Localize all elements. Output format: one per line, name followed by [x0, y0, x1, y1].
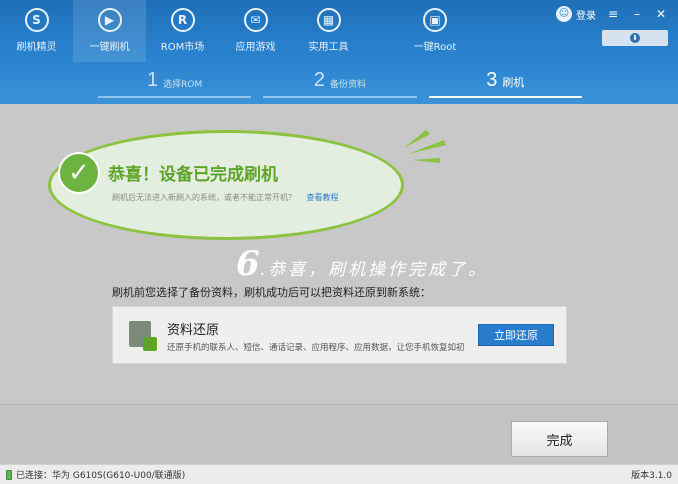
restore-title: 资料还原	[167, 323, 220, 338]
progress-steps: 1 选择ROM 2 备份资料 3 刷机	[98, 66, 582, 98]
nav-label: 实用工具	[308, 42, 349, 53]
app-header: S 刷机精灵 ▶ 一键刷机 R ROM市场 ✉ 应用游戏 ▦ 实用工具 ▣ 一键…	[0, 0, 678, 104]
close-icon[interactable]: ✕	[654, 7, 668, 21]
header-controls: ☺ 登录 ≡ – ✕	[556, 6, 668, 22]
nav-label: 一键Root	[413, 42, 457, 53]
nav-label: 应用游戏	[235, 42, 276, 53]
nav-item-tools[interactable]: ▦ 实用工具	[292, 0, 365, 62]
sparkle-rays-icon	[404, 130, 446, 163]
step-label: 选择ROM	[163, 80, 203, 90]
connection-status: 已连接：华为 G610S(G610-U00/联通版)	[6, 468, 185, 481]
restore-document-icon	[129, 321, 157, 351]
nav-item-rom-market[interactable]: R ROM市场	[146, 0, 219, 62]
connection-text: 已连接：华为 G610S(G610-U00/联通版)	[16, 471, 186, 481]
user-icon[interactable]: ☺	[556, 6, 572, 22]
nav-label: 刷机精灵	[16, 42, 57, 53]
cursor-icon: ▶	[97, 8, 122, 32]
step-label: 刷机	[502, 76, 525, 89]
download-button[interactable]: ⬇	[602, 30, 668, 46]
caption-text: .恭喜，刷机操作完成了。	[259, 260, 489, 280]
step-flash: 3 刷机	[428, 66, 582, 98]
restore-now-button[interactable]: 立即还原	[478, 324, 554, 346]
success-title: 恭喜！设备已完成刷机	[108, 165, 278, 185]
menu-icon[interactable]: ≡	[606, 7, 620, 21]
rom-icon: R	[170, 8, 195, 32]
root-box-icon: ▣	[423, 8, 447, 32]
grid-icon: ▦	[316, 8, 341, 32]
step-backup: 2 备份资料	[263, 66, 417, 98]
minimize-icon[interactable]: –	[630, 7, 644, 21]
version-text: 版本3.1.0	[631, 471, 672, 481]
step-number: 2	[313, 69, 326, 91]
tutorial-link[interactable]: 查看教程	[307, 193, 339, 202]
step-number: 3	[486, 69, 498, 91]
step-number: 1	[147, 69, 159, 91]
nav-item-one-click-root[interactable]: ▣ 一键Root	[389, 0, 481, 62]
restore-description: 还原手机的联系人、短信、通话记录、应用程序、应用数据，让您手机恢复如初	[167, 343, 465, 353]
nav-label: ROM市场	[160, 42, 205, 53]
instruction-caption: 6.恭喜，刷机操作完成了。	[236, 244, 488, 284]
main-nav: S 刷机精灵 ▶ 一键刷机 R ROM市场 ✉ 应用游戏 ▦ 实用工具 ▣ 一键…	[0, 0, 481, 62]
step-label: 备份资料	[330, 80, 367, 90]
mail-icon: ✉	[243, 8, 268, 32]
footer: 完成	[0, 404, 678, 464]
login-link[interactable]: 登录	[576, 7, 596, 22]
phone-icon	[6, 469, 12, 480]
restore-card: 资料还原 还原手机的联系人、短信、通话记录、应用程序、应用数据，让您手机恢复如初…	[112, 306, 567, 364]
finish-button[interactable]: 完成	[511, 421, 608, 457]
nav-label: 一键刷机	[89, 42, 130, 53]
caption-number: 6	[236, 244, 260, 284]
success-bubble	[48, 130, 404, 240]
subtitle-text: 刷机后无法进入新刷入的系统，或者不能正常开机？	[112, 193, 296, 202]
download-icon: ⬇	[630, 33, 640, 43]
nav-item-one-click-flash[interactable]: ▶ 一键刷机	[73, 0, 146, 62]
shield-logo-icon: S	[24, 8, 49, 32]
success-subtitle: 刷机后无法进入新刷入的系统，或者不能正常开机？ 查看教程	[112, 192, 339, 203]
step-select-rom: 1 选择ROM	[98, 66, 252, 98]
backup-note: 刷机前您选择了备份资料，刷机成功后可以把资料还原到新系统：	[112, 286, 431, 299]
checkmark-icon: ✓	[58, 152, 100, 194]
nav-item-home[interactable]: S 刷机精灵	[0, 0, 73, 62]
nav-item-apps-games[interactable]: ✉ 应用游戏	[219, 0, 292, 62]
status-bar: 已连接：华为 G610S(G610-U00/联通版) 版本3.1.0	[0, 464, 678, 484]
